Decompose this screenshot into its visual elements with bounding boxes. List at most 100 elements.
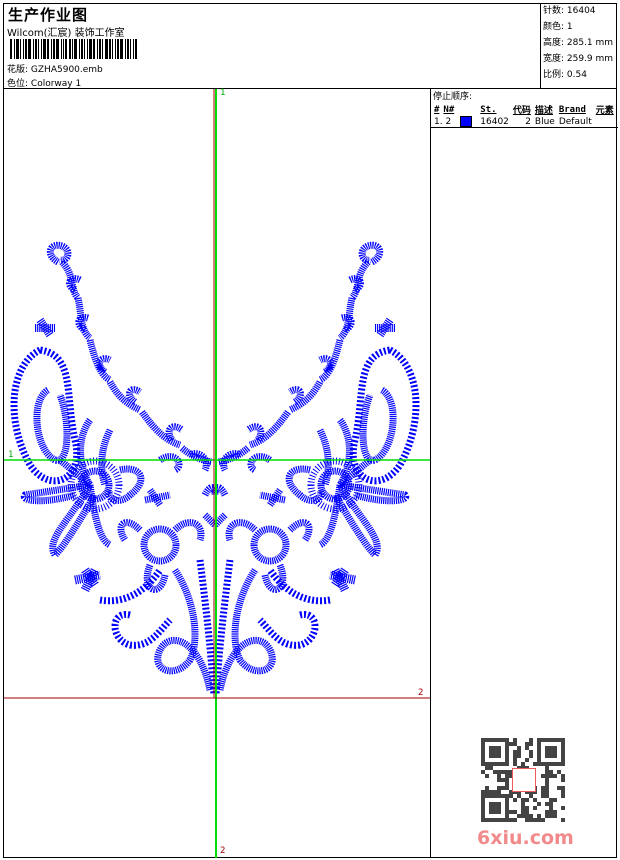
- qr-module: [513, 762, 517, 766]
- qr-module: [481, 738, 485, 742]
- qr-module: [533, 762, 537, 766]
- qr-module: [557, 738, 561, 742]
- qr-module: [501, 778, 505, 782]
- qr-module: [505, 762, 509, 766]
- qr-module: [505, 794, 509, 798]
- qr-module: [493, 762, 497, 766]
- qr-module: [521, 810, 525, 814]
- qr-module: [537, 750, 541, 754]
- qr-module: [493, 746, 497, 750]
- embroidery-right-half: [215, 245, 416, 695]
- qr-module: [493, 738, 497, 742]
- qr-module: [513, 742, 517, 746]
- qr-module: [497, 818, 501, 822]
- qr-module: [505, 778, 509, 782]
- qr-module: [541, 818, 545, 822]
- qr-module: [549, 810, 553, 814]
- qr-module: [529, 750, 533, 754]
- qr-module: [545, 778, 549, 782]
- qr-module: [545, 814, 549, 818]
- qr-module: [505, 782, 509, 786]
- qr-module: [533, 798, 537, 802]
- qr-module: [505, 802, 509, 806]
- qr-module: [561, 738, 565, 742]
- qr-module: [549, 798, 553, 802]
- qr-module: [481, 818, 485, 822]
- qr-module: [513, 750, 517, 754]
- qr-module: [497, 810, 501, 814]
- qr-module: [545, 794, 549, 798]
- qr-module: [481, 758, 485, 762]
- qr-module: [561, 754, 565, 758]
- qr-module: [497, 750, 501, 754]
- qr-module: [485, 790, 489, 794]
- embroidery-left-half: [10, 241, 219, 696]
- qr-module: [489, 810, 493, 814]
- qr-module: [505, 746, 509, 750]
- qr-module: [513, 754, 517, 758]
- qr-module: [497, 790, 501, 794]
- qr-module: [541, 738, 545, 742]
- qr-module: [501, 786, 505, 790]
- qr-module: [561, 762, 565, 766]
- qr-module: [493, 750, 497, 754]
- qr-module: [497, 754, 501, 758]
- watermark: 6xiu.com: [477, 827, 574, 849]
- qr-module: [549, 774, 553, 778]
- qr-module: [513, 810, 517, 814]
- qr-module: [561, 778, 565, 782]
- qr-module: [489, 794, 493, 798]
- qr-module: [481, 810, 485, 814]
- qr-module: [505, 786, 509, 790]
- qr-module: [481, 798, 485, 802]
- qr-module: [513, 798, 517, 802]
- qr-module: [521, 802, 525, 806]
- qr-module: [489, 802, 493, 806]
- qr-module: [493, 802, 497, 806]
- qr-module: [517, 754, 521, 758]
- qr-module: [557, 762, 561, 766]
- qr-module: [545, 802, 549, 806]
- qr-module: [501, 762, 505, 766]
- qr-module: [505, 742, 509, 746]
- qr-module: [529, 814, 533, 818]
- qr-module: [537, 802, 541, 806]
- qr-module: [537, 814, 541, 818]
- qr-module: [517, 814, 521, 818]
- qr-module: [485, 738, 489, 742]
- qr-module: [485, 794, 489, 798]
- qr-module: [525, 810, 529, 814]
- qr-module: [489, 750, 493, 754]
- qr-module: [505, 758, 509, 762]
- qr-module: [549, 738, 553, 742]
- marker-top: 1: [220, 88, 226, 98]
- qr-module: [545, 774, 549, 778]
- qr-module: [509, 794, 513, 798]
- qr-module: [545, 754, 549, 758]
- qr-module: [553, 798, 557, 802]
- qr-module: [497, 774, 501, 778]
- qr-module: [481, 790, 485, 794]
- qr-module: [513, 818, 517, 822]
- qr-module: [521, 798, 525, 802]
- qr-module: [561, 742, 565, 746]
- qr-module: [541, 762, 545, 766]
- qr-module: [525, 814, 529, 818]
- qr-module: [505, 814, 509, 818]
- qr-module: [561, 790, 565, 794]
- qr-module: [561, 750, 565, 754]
- qr-module: [545, 810, 549, 814]
- qr-module: [549, 770, 553, 774]
- qr-module: [509, 810, 513, 814]
- qr-module: [525, 818, 529, 822]
- qr-module: [485, 786, 489, 790]
- qr-module: [541, 794, 545, 798]
- qr-module: [545, 790, 549, 794]
- qr-module: [561, 806, 565, 810]
- qr-module: [497, 738, 501, 742]
- qr-module: [481, 794, 485, 798]
- embroidery-canvas: [4, 89, 430, 858]
- qr-module: [529, 818, 533, 822]
- qr-module: [549, 746, 553, 750]
- qr-module: [505, 810, 509, 814]
